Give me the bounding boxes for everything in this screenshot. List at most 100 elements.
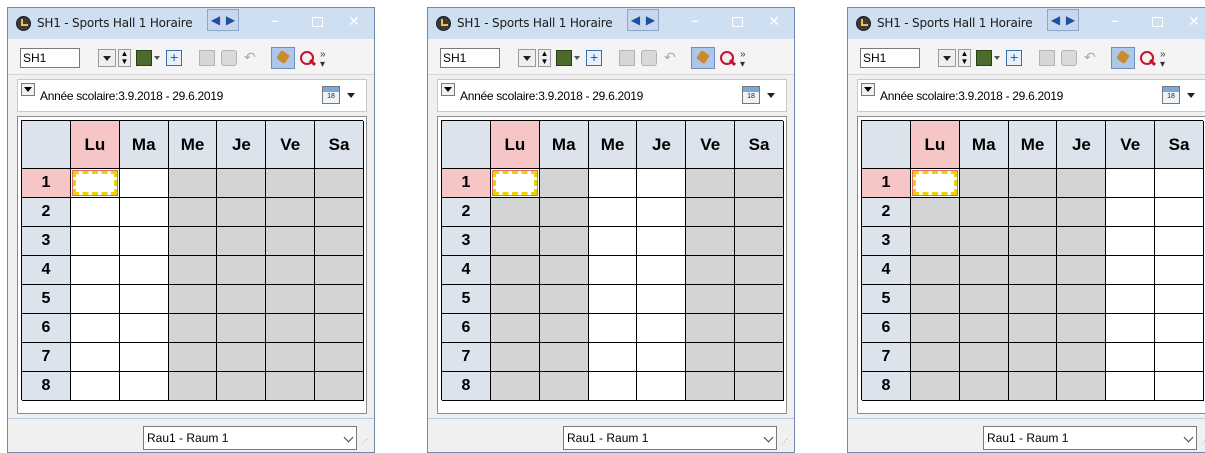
- timetable-slot[interactable]: [266, 285, 316, 314]
- grid-add-icon[interactable]: [1006, 49, 1022, 66]
- period-header[interactable]: 5: [22, 285, 71, 314]
- timetable-slot[interactable]: [735, 198, 784, 227]
- timetable-slot[interactable]: [168, 372, 218, 401]
- timetable-slot[interactable]: [266, 343, 316, 372]
- timetable-slot[interactable]: [959, 169, 1009, 198]
- calendar-button[interactable]: 18: [1162, 86, 1200, 106]
- timetable-slot[interactable]: [71, 314, 120, 343]
- timetable-slot[interactable]: [539, 169, 589, 198]
- period-header[interactable]: 7: [442, 343, 491, 372]
- period-header[interactable]: 7: [862, 343, 911, 372]
- timetable-slot[interactable]: [217, 198, 267, 227]
- timetable-slot[interactable]: [911, 256, 960, 285]
- period-header[interactable]: 1: [862, 169, 911, 198]
- timetable-slot[interactable]: [686, 285, 736, 314]
- period-header[interactable]: 5: [862, 285, 911, 314]
- timetable-slot[interactable]: [539, 343, 589, 372]
- collapse-toggle-icon[interactable]: [861, 83, 875, 96]
- timetable-slot[interactable]: [911, 227, 960, 256]
- timetable-slot[interactable]: [315, 343, 364, 372]
- day-header[interactable]: Ma: [539, 121, 589, 169]
- timetable-slot[interactable]: [1155, 314, 1204, 343]
- timetable-slot[interactable]: [959, 285, 1009, 314]
- minimize-button[interactable]: –: [685, 12, 705, 30]
- timetable-slot[interactable]: [119, 285, 169, 314]
- timetable-slot[interactable]: [686, 372, 736, 401]
- timetable-slot[interactable]: [168, 256, 218, 285]
- period-header[interactable]: 4: [862, 256, 911, 285]
- timetable-slot[interactable]: [1008, 343, 1058, 372]
- close-button[interactable]: ✕: [344, 12, 364, 30]
- timetable-slot[interactable]: [637, 372, 687, 401]
- timetable-slot[interactable]: [266, 256, 316, 285]
- timetable-slot[interactable]: [71, 256, 120, 285]
- timetable-slot[interactable]: [911, 285, 960, 314]
- timetable-slot[interactable]: [168, 343, 218, 372]
- timetable-slot[interactable]: [315, 372, 364, 401]
- timetable-slot[interactable]: [959, 314, 1009, 343]
- timetable-slot[interactable]: [1008, 285, 1058, 314]
- timetable-slot[interactable]: [637, 169, 687, 198]
- timetable-slot[interactable]: [1057, 256, 1107, 285]
- timetable-slot[interactable]: [911, 343, 960, 372]
- timetable-slot[interactable]: [588, 372, 638, 401]
- timetable-slot[interactable]: [168, 314, 218, 343]
- timetable-slot[interactable]: [735, 285, 784, 314]
- day-header[interactable]: Me: [1008, 121, 1058, 169]
- timetable-slot[interactable]: [686, 227, 736, 256]
- timetable-slot[interactable]: [217, 227, 267, 256]
- period-header[interactable]: 7: [22, 343, 71, 372]
- undo-icon[interactable]: ↶: [1084, 50, 1100, 66]
- timetable-slot[interactable]: [119, 256, 169, 285]
- search-icon[interactable]: [1139, 50, 1157, 68]
- room-code-field[interactable]: SH1: [20, 48, 80, 68]
- period-header[interactable]: 1: [22, 169, 71, 198]
- day-header[interactable]: Ve: [686, 121, 736, 169]
- timetable-slot[interactable]: [1155, 256, 1204, 285]
- day-header[interactable]: Sa: [1155, 121, 1204, 169]
- grid-add-icon[interactable]: [586, 49, 602, 66]
- more-options-icon[interactable]: » ▾: [740, 50, 752, 70]
- timetable-slot[interactable]: [588, 169, 638, 198]
- timetable-slot[interactable]: [1106, 343, 1156, 372]
- period-header[interactable]: 4: [22, 256, 71, 285]
- timetable-slot[interactable]: [735, 343, 784, 372]
- timetable-slot[interactable]: [1155, 285, 1204, 314]
- resize-grip-icon[interactable]: ⋰: [361, 439, 371, 450]
- paint-icon[interactable]: [691, 47, 715, 69]
- spinner-icon[interactable]: ▲ ▼: [118, 49, 131, 67]
- maximize-button[interactable]: [306, 12, 326, 30]
- maximize-button[interactable]: [726, 12, 746, 30]
- timetable-slot[interactable]: [735, 372, 784, 401]
- timetable-slot[interactable]: [1106, 285, 1156, 314]
- timetable-slot[interactable]: [491, 343, 540, 372]
- timetable-slot[interactable]: [217, 256, 267, 285]
- next-arrow-icon[interactable]: ▶: [223, 10, 238, 30]
- day-header[interactable]: Lu: [491, 121, 540, 169]
- period-header[interactable]: 8: [22, 372, 71, 401]
- calendar-button[interactable]: 18: [322, 86, 360, 106]
- timetable-slot[interactable]: [1057, 169, 1107, 198]
- day-header[interactable]: Lu: [71, 121, 120, 169]
- chevron-down-icon[interactable]: [343, 432, 354, 443]
- period-header[interactable]: 4: [442, 256, 491, 285]
- timetable-slot[interactable]: [491, 314, 540, 343]
- timetable-slot[interactable]: [1155, 343, 1204, 372]
- timetable-slot[interactable]: [315, 285, 364, 314]
- timetable-slot[interactable]: [539, 372, 589, 401]
- timetable-slot[interactable]: [959, 372, 1009, 401]
- timetable-slot[interactable]: [217, 314, 267, 343]
- day-header[interactable]: Ma: [119, 121, 169, 169]
- prev-arrow-icon[interactable]: ◀: [1048, 10, 1063, 30]
- timetable-slot[interactable]: [119, 314, 169, 343]
- timetable-slot[interactable]: [217, 372, 267, 401]
- copy-icon[interactable]: [1039, 50, 1055, 66]
- period-header[interactable]: 6: [442, 314, 491, 343]
- day-header[interactable]: Me: [588, 121, 638, 169]
- timetable-slot[interactable]: [959, 198, 1009, 227]
- more-options-icon[interactable]: » ▾: [1160, 50, 1172, 70]
- timetable-slot[interactable]: [266, 169, 316, 198]
- timetable-slot[interactable]: [217, 343, 267, 372]
- period-header[interactable]: 5: [442, 285, 491, 314]
- undo-icon[interactable]: ↶: [664, 50, 680, 66]
